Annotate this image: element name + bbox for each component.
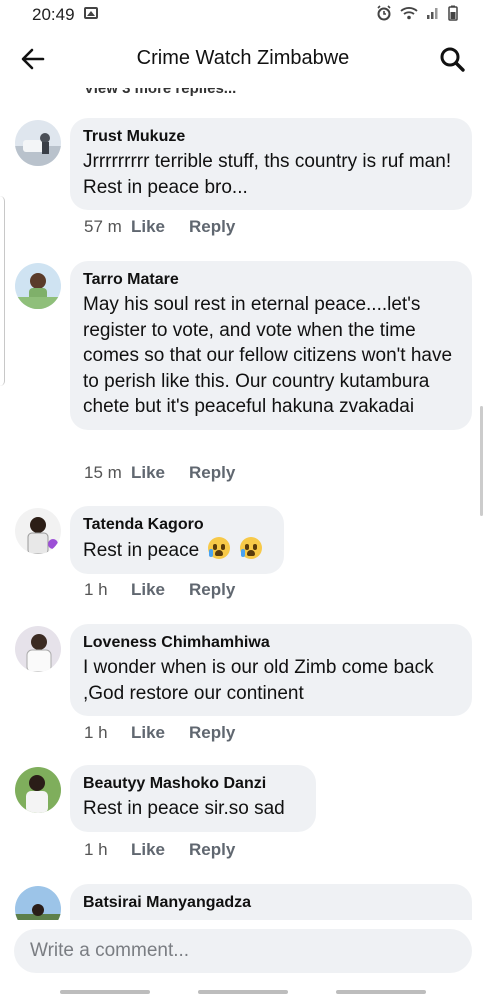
comment-input[interactable] [14, 929, 472, 973]
comment-author[interactable]: Tatenda Kagoro [83, 515, 270, 535]
comment-author[interactable]: Tarro Matare [83, 270, 458, 290]
comments-feed[interactable]: View 3 more replies... Trust Mukuze Jrrr… [0, 88, 486, 920]
system-nav-bar [0, 988, 486, 1000]
reply-button[interactable]: Reply [189, 580, 235, 600]
avatar[interactable] [15, 120, 61, 166]
avatar[interactable] [15, 767, 61, 813]
gallery-icon [84, 7, 98, 19]
like-button[interactable]: Like [131, 217, 189, 237]
view-more-replies-link[interactable]: View 3 more replies... [84, 88, 236, 97]
reply-button[interactable]: Reply [189, 723, 235, 743]
comment-bubble[interactable]: Tatenda Kagoro Rest in peace [70, 506, 284, 574]
like-button[interactable]: Like [131, 840, 189, 860]
comment-actions: 57 m Like Reply [84, 217, 235, 237]
status-icons [376, 5, 458, 24]
avatar[interactable] [15, 886, 61, 920]
comment-text: Rest in peace [83, 540, 200, 561]
like-button[interactable]: Like [131, 723, 189, 743]
nav-recents-button[interactable] [60, 990, 150, 994]
battery-icon [448, 5, 458, 24]
comment-author[interactable]: Trust Mukuze [83, 127, 458, 147]
loudly-crying-face-emoji [208, 537, 231, 559]
scrollbar[interactable] [480, 406, 483, 516]
status-bar: 20:49 [0, 0, 486, 30]
header: Crime Watch Zimbabwe [0, 30, 486, 88]
avatar[interactable] [15, 263, 61, 309]
comment-text: May his soul rest in eternal peace....le… [83, 294, 453, 417]
nav-back-button[interactable] [336, 990, 426, 994]
comment-actions: 1 h Like Reply [84, 840, 235, 860]
alarm-icon [376, 5, 392, 24]
loudly-crying-face-emoji [239, 537, 262, 559]
search-button[interactable] [438, 45, 466, 73]
like-button[interactable]: Like [131, 580, 189, 600]
search-icon [440, 47, 465, 72]
comment-bubble[interactable]: Beautyy Mashoko Danzi Rest in peace sir.… [70, 765, 316, 832]
comment-time: 1 h [84, 840, 108, 859]
wifi-icon [400, 6, 418, 23]
comment-bubble[interactable]: Trust Mukuze Jrrrrrrrrr terrible stuff, … [70, 118, 472, 210]
comment-text-row: Rest in peace [83, 537, 270, 564]
comment-actions: 1 h Like Reply [84, 723, 235, 743]
comment-author[interactable]: Loveness Chimhamhiwa [83, 633, 458, 653]
comment-bubble[interactable]: Tarro Matare May his soul rest in eterna… [70, 261, 472, 430]
comment-bubble[interactable]: Loveness Chimhamhiwa I wonder when is ou… [70, 624, 472, 716]
comment-actions: 15 m Like Reply [84, 463, 235, 483]
comment-time: 1 h [84, 580, 108, 599]
comment-time: 15 m [84, 463, 122, 482]
signal-icon [426, 6, 440, 23]
comment-author[interactable]: Batsirai Manyangadza [83, 893, 458, 913]
comment-text: I wonder when is our old Zimb come back … [83, 657, 434, 704]
comment-actions: 1 h Like Reply [84, 580, 235, 600]
like-button[interactable]: Like [131, 463, 189, 483]
reply-button[interactable]: Reply [189, 463, 235, 483]
avatar[interactable] [15, 508, 61, 554]
comment-text: Jrrrrrrrrr terrible stuff, ths country i… [83, 151, 452, 198]
reply-button[interactable]: Reply [189, 840, 235, 860]
avatar[interactable] [15, 626, 61, 672]
comment-time: 57 m [84, 217, 122, 236]
page-title: Crime Watch Zimbabwe [136, 47, 350, 69]
comment-time: 1 h [84, 723, 108, 742]
nav-home-button[interactable] [198, 990, 288, 994]
comment-author[interactable]: Beautyy Mashoko Danzi [83, 774, 302, 794]
status-time: 20:49 [32, 5, 75, 24]
reply-button[interactable]: Reply [189, 217, 235, 237]
comment-bubble[interactable]: Batsirai Manyangadza [70, 884, 472, 920]
comment-text: Rest in peace sir.so sad [83, 798, 285, 819]
